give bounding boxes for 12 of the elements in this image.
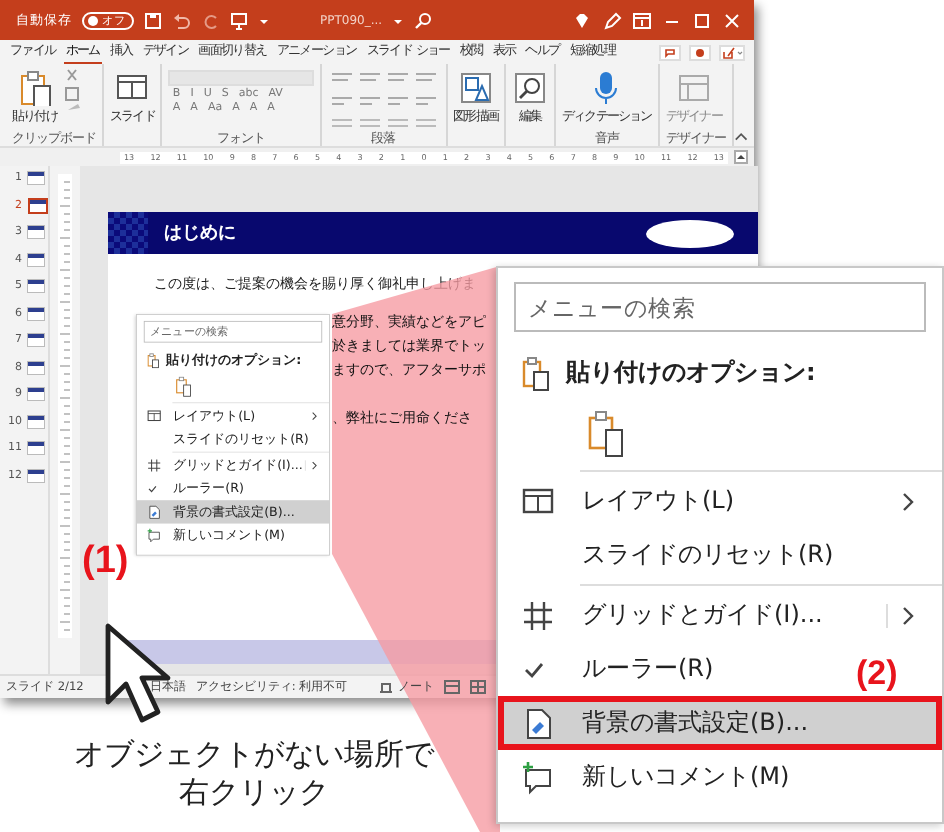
menu-item[interactable]: ルーラー(R) (498, 642, 830, 696)
step-label: (1) (82, 540, 129, 584)
menu-item[interactable]: 背景の書式設定(B)... (498, 696, 942, 750)
instruction-text: オブジェクトがない場所で右クリック (72, 736, 437, 812)
menu-item[interactable]: レイアウト(L) (498, 474, 942, 528)
search-field[interactable]: メニューの検索 (514, 282, 926, 332)
menu-item[interactable]: グリッドとガイド(I)... (498, 588, 942, 642)
menu-item[interactable]: スライドのリセット(R) (498, 528, 830, 582)
section-heading: 貼り付けのオプション: (566, 356, 816, 390)
slide-title: はじめに (164, 222, 236, 246)
menu-item[interactable]: 新しいコメント(M) (498, 750, 830, 804)
step-label: (2) (856, 654, 898, 694)
